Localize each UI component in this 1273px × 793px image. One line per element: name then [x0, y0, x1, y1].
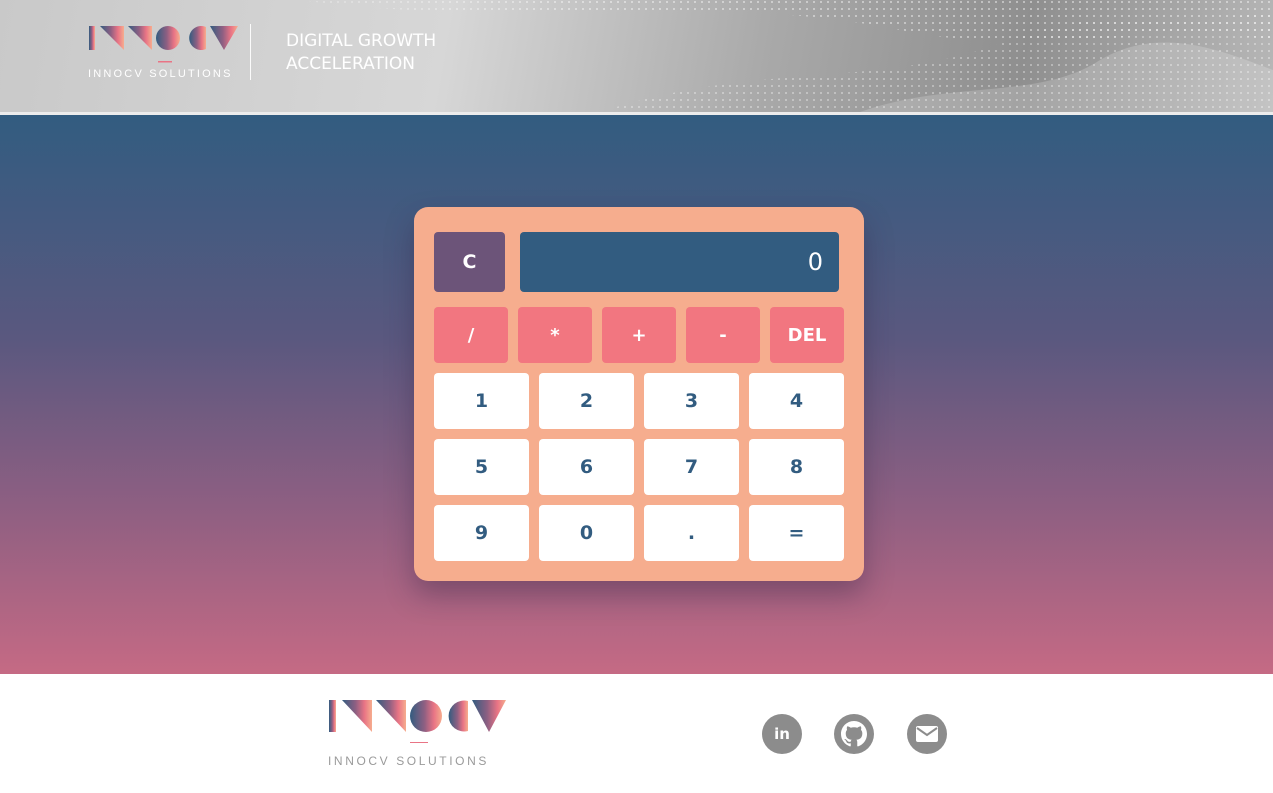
site-footer — [0, 674, 1273, 793]
tagline-line-1: DIGITAL GROWTH — [286, 31, 437, 51]
tagline-line-2: ACCELERATION — [286, 54, 415, 74]
footer-brand-subtitle: INNOCV SOLUTIONS — [328, 754, 489, 768]
linkedin-link[interactable]: in — [762, 714, 802, 754]
site-header: INNOCV SOLUTIONS DIGITAL GROWTH ACCELERA… — [0, 0, 1273, 112]
add-button[interactable]: + — [602, 307, 676, 363]
github-link[interactable] — [834, 714, 874, 754]
digit-1-button[interactable]: 1 — [434, 373, 529, 429]
footer-innocv-logo[interactable] — [328, 698, 508, 743]
digit-0-button[interactable]: 0 — [539, 505, 634, 561]
digit-9-button[interactable]: 9 — [434, 505, 529, 561]
mail-icon — [916, 726, 938, 742]
github-icon — [841, 721, 867, 747]
calculator: C 0 / * + - DEL 1 2 3 4 5 6 7 8 9 0 . = — [414, 207, 864, 581]
digit-4-button[interactable]: 4 — [749, 373, 844, 429]
header-divider — [250, 24, 251, 80]
equals-button[interactable]: = — [749, 505, 844, 561]
digit-2-button[interactable]: 2 — [539, 373, 634, 429]
digit-7-button[interactable]: 7 — [644, 439, 739, 495]
email-link[interactable] — [907, 714, 947, 754]
digit-5-button[interactable]: 5 — [434, 439, 529, 495]
digit-6-button[interactable]: 6 — [539, 439, 634, 495]
clear-button[interactable]: C — [434, 232, 505, 292]
multiply-button[interactable]: * — [518, 307, 592, 363]
digit-3-button[interactable]: 3 — [644, 373, 739, 429]
header-brand-subtitle: INNOCV SOLUTIONS — [88, 68, 233, 80]
calculator-display: 0 — [520, 232, 839, 292]
divide-button[interactable]: / — [434, 307, 508, 363]
main-section: C 0 / * + - DEL 1 2 3 4 5 6 7 8 9 0 . = — [0, 115, 1273, 674]
decimal-button[interactable]: . — [644, 505, 739, 561]
subtract-button[interactable]: - — [686, 307, 760, 363]
delete-button[interactable]: DEL — [770, 307, 844, 363]
header-tagline: DIGITAL GROWTH ACCELERATION — [286, 30, 436, 76]
digit-8-button[interactable]: 8 — [749, 439, 844, 495]
linkedin-icon: in — [774, 725, 790, 743]
